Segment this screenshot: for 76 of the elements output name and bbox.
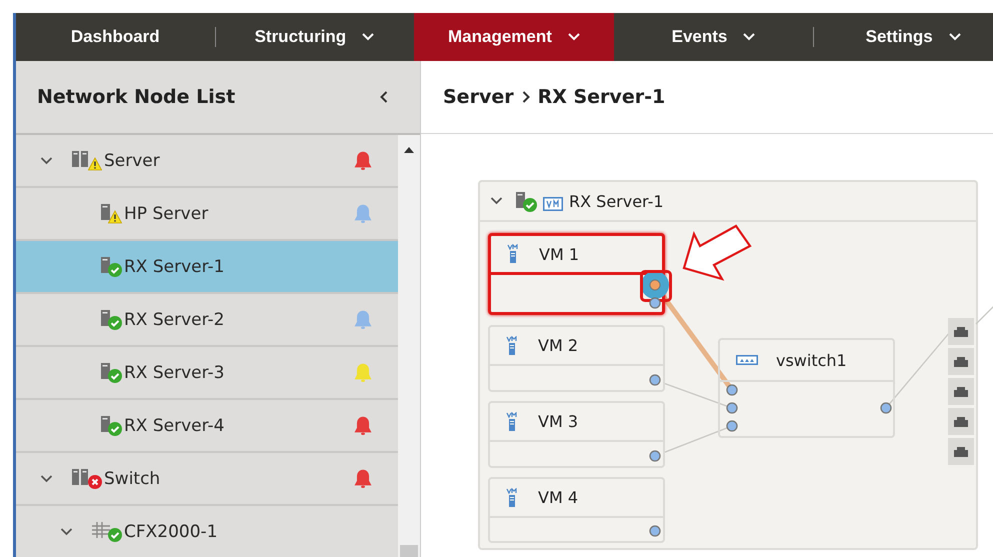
server-icon [515,190,526,208]
vm-node[interactable]: VM 2 [488,325,665,392]
port-icon[interactable] [649,374,661,386]
network-port[interactable] [948,378,974,405]
scrollbar-thumb[interactable] [400,545,418,557]
vswitch-name: vswitch1 [776,350,847,370]
server-icon [100,256,111,273]
vm-server-icon [506,336,518,356]
vm-name: VM 2 [538,336,578,355]
collapse-icon[interactable] [380,91,388,103]
tree-item-label: RX Server-4 [124,416,226,436]
network-port[interactable] [948,408,974,435]
chevron-down-icon[interactable] [60,528,73,536]
nav-tab[interactable]: Settings [813,13,993,61]
tree-item-label: CFX2000-1 [124,522,219,542]
port-icon[interactable] [649,297,661,309]
vm-server-icon [506,488,518,508]
port-icon[interactable] [726,402,738,414]
tree-item-label: HP Server [124,204,210,224]
vm-name: VM 3 [538,412,578,431]
port-icon[interactable] [726,384,738,396]
tree-item[interactable]: RX Server-3 [16,347,398,400]
ethernet-port-icon [954,386,968,396]
ethernet-port-icon [954,416,968,426]
vm-node[interactable]: VM 1 [488,233,665,315]
switch-icon [736,355,758,365]
vm-name: VM 4 [538,488,578,507]
vm-server-icon [506,412,518,432]
server-icon [100,309,111,326]
vm-tag-icon [543,197,563,211]
port-icon[interactable] [649,525,661,537]
server-rack-icon [71,150,91,167]
ethernet-port-icon [954,356,968,366]
tree-item[interactable]: RX Server-2 [16,294,398,347]
annotation-arrow [682,224,752,284]
nav-tab[interactable]: Events [614,13,814,61]
nav-tab[interactable]: Structuring [214,13,414,61]
tree-item[interactable]: RX Server-4 [16,400,398,453]
tree-item[interactable]: Switch [16,453,398,506]
panel-title: RX Server-1 [569,192,664,210]
server-icon [100,415,111,432]
chevron-right-icon [522,91,530,103]
port-icon[interactable] [649,450,661,462]
network-port[interactable] [948,348,974,375]
server-icon [100,203,111,220]
sidebar-title: Network Node List [37,86,236,108]
network-port[interactable] [948,438,974,465]
server-icon [100,362,111,379]
chevron-down-icon[interactable] [490,197,503,205]
nav-tab[interactable]: Management [414,13,614,61]
vm-node[interactable]: VM 4 [488,477,665,543]
port-icon[interactable] [880,402,892,414]
tree-item[interactable]: Server [16,135,398,188]
breadcrumb-item[interactable]: Server [443,86,514,108]
ok-badge-icon [523,198,537,212]
tree-item-label: Server [104,150,161,170]
tree-item-label: RX Server-2 [124,310,226,330]
scrollbar[interactable] [398,135,420,557]
scroll-up-icon[interactable] [404,147,414,153]
nav-tab[interactable]: Dashboard [16,13,215,61]
ethernet-port-icon [954,446,968,456]
ethernet-port-icon [954,326,968,336]
tree-item-label: RX Server-1 [124,256,226,276]
server-rack-icon [71,468,91,485]
chevron-down-icon[interactable] [40,156,53,164]
tree-item[interactable]: RX Server-1 [16,241,398,294]
breadcrumb-item[interactable]: RX Server-1 [538,86,666,108]
vm-name: VM 1 [539,244,580,264]
tree-item-label: RX Server-3 [124,362,226,382]
port-icon[interactable] [726,420,738,432]
chevron-down-icon[interactable] [40,474,53,482]
vm-node[interactable]: VM 3 [488,401,665,468]
tree-item-label: Switch [104,468,162,488]
vm-server-icon [507,244,519,264]
network-port[interactable] [948,318,974,345]
switch-icon [91,521,111,538]
